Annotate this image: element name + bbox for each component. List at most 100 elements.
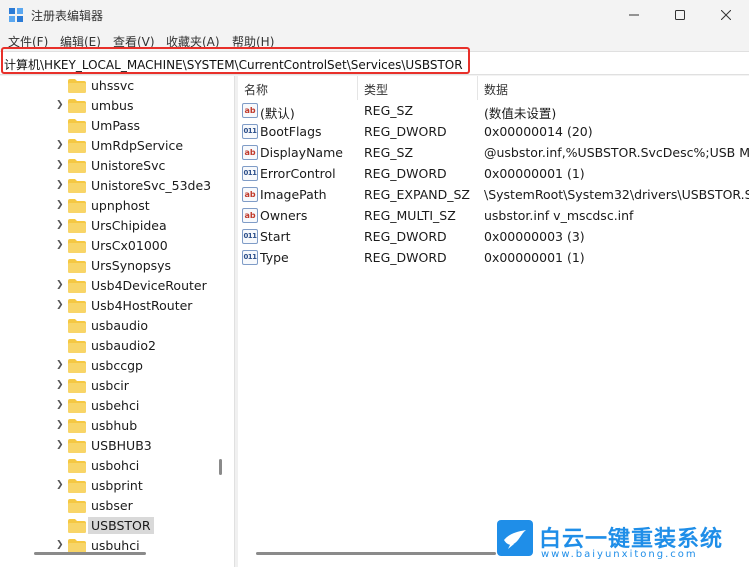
chevron-right-icon[interactable]: ❯	[56, 240, 66, 252]
chevron-right-icon[interactable]: ❯	[56, 420, 66, 432]
tree-item[interactable]: ❯ usbcir	[0, 376, 226, 396]
tree-item-label: usbccgp	[91, 358, 143, 373]
chevron-right-icon[interactable]: ❯	[56, 100, 66, 112]
list-horizontal-scrollbar[interactable]	[256, 552, 496, 555]
tree-item[interactable]: UrsSynopsys	[0, 256, 226, 276]
tree-item[interactable]: ❯ usbehci	[0, 396, 226, 416]
menu-view[interactable]: 查看(V)	[113, 33, 155, 50]
watermark: 白云一键重装系统 www.baiyunxitong.com	[497, 520, 747, 564]
value-row[interactable]: ab (默认) REG_SZ (数值未设置)	[238, 100, 749, 121]
tree-item-label: UnistoreSvc_53de3	[91, 178, 212, 193]
menu-help[interactable]: 帮助(H)	[232, 33, 274, 50]
tree-item[interactable]: usbohci	[0, 456, 226, 476]
tree-item[interactable]: USBSTOR	[0, 516, 226, 536]
tree-item[interactable]: ❯ UrsCx01000	[0, 236, 226, 256]
folder-icon	[68, 379, 86, 393]
minimize-icon	[629, 14, 639, 16]
tree-item[interactable]: ❯ UnistoreSvc	[0, 156, 226, 176]
value-name: DisplayName	[260, 145, 343, 160]
value-type: REG_DWORD	[364, 250, 447, 265]
chevron-right-icon[interactable]: ❯	[56, 440, 66, 452]
value-type: REG_DWORD	[364, 229, 447, 244]
chevron-right-icon[interactable]: ❯	[56, 140, 66, 152]
chevron-right-icon[interactable]: ❯	[56, 220, 66, 232]
tree-item[interactable]: ❯ upnphost	[0, 196, 226, 216]
folder-icon	[68, 119, 86, 133]
tree-item-label: usbprint	[91, 478, 143, 493]
window-title: 注册表编辑器	[31, 9, 104, 23]
tree-item[interactable]: ❯ UrsChipidea	[0, 216, 226, 236]
tree-item[interactable]: ❯ Usb4HostRouter	[0, 296, 226, 316]
tree-item[interactable]: ❯ USBHUB3	[0, 436, 226, 456]
tree-item[interactable]: ❯ Usb4DeviceRouter	[0, 276, 226, 296]
column-header-name[interactable]: 名称	[238, 76, 358, 100]
tree-item[interactable]: uhssvc	[0, 76, 226, 96]
chevron-right-icon[interactable]: ❯	[56, 360, 66, 372]
value-data: @usbstor.inf,%USBSTOR.SvcDesc%;USB Mass	[484, 145, 749, 160]
folder-icon	[68, 359, 86, 373]
tree-item[interactable]: ❯ umbus	[0, 96, 226, 116]
address-bar[interactable]: 计算机\HKEY_LOCAL_MACHINE\SYSTEM\CurrentCon…	[0, 51, 749, 75]
tree-item-label: umbus	[91, 98, 134, 113]
tree-item-label: usbohci	[91, 458, 140, 473]
tree-horizontal-scrollbar[interactable]	[34, 552, 146, 555]
folder-icon	[68, 199, 86, 213]
tree-item[interactable]: usbser	[0, 496, 226, 516]
folder-icon	[68, 79, 86, 93]
value-row[interactable]: 011 ErrorControl REG_DWORD 0x00000001 (1)	[238, 163, 749, 184]
chevron-right-icon[interactable]: ❯	[56, 480, 66, 492]
value-name: Start	[260, 229, 291, 244]
tree-item[interactable]: ❯ usbccgp	[0, 356, 226, 376]
menu-favorites[interactable]: 收藏夹(A)	[166, 33, 220, 50]
tree-item[interactable]: usbaudio2	[0, 336, 226, 356]
value-name: BootFlags	[260, 124, 322, 139]
tree-item[interactable]: usbaudio	[0, 316, 226, 336]
tree-item-label: UrsChipidea	[91, 218, 167, 233]
tree-item[interactable]: ❯ usbhub	[0, 416, 226, 436]
value-row[interactable]: ab Owners REG_MULTI_SZ usbstor.inf v_mscdsc…	[238, 205, 749, 226]
menu-file[interactable]: 文件(F)	[8, 33, 48, 50]
chevron-right-icon[interactable]: ❯	[56, 400, 66, 412]
value-row[interactable]: 011 Type REG_DWORD 0x00000001 (1)	[238, 247, 749, 268]
column-header-data[interactable]: 数据	[478, 76, 749, 100]
string-value-icon: ab	[242, 145, 258, 160]
chevron-right-icon[interactable]: ❯	[56, 280, 66, 292]
chevron-right-icon[interactable]: ❯	[56, 300, 66, 312]
value-type: REG_MULTI_SZ	[364, 208, 456, 223]
binary-value-icon: 011	[242, 229, 258, 244]
tree-vertical-scrollbar[interactable]	[219, 459, 222, 475]
value-data: (数值未设置)	[484, 106, 557, 121]
folder-icon	[68, 179, 86, 193]
value-type: REG_SZ	[364, 103, 414, 118]
value-list[interactable]: 名称 类型 数据 ab (默认) REG_SZ (数值未设置) 011 BootFlags…	[238, 76, 749, 567]
folder-icon	[68, 279, 86, 293]
tree-item-label: USBHUB3	[91, 438, 152, 453]
menu-edit[interactable]: 编辑(E)	[60, 33, 101, 50]
chevron-right-icon[interactable]: ❯	[56, 180, 66, 192]
value-row[interactable]: 011 Start REG_DWORD 0x00000003 (3)	[238, 226, 749, 247]
value-name: ErrorControl	[260, 166, 336, 181]
tree-item[interactable]: ❯ UnistoreSvc_53de3	[0, 176, 226, 196]
value-type: REG_DWORD	[364, 166, 447, 181]
column-header-type[interactable]: 类型	[358, 76, 478, 100]
key-tree[interactable]: uhssvc ❯ umbus UmPass ❯ UmRdpService ❯ Unistore…	[0, 76, 234, 567]
value-data: 0x00000003 (3)	[484, 229, 585, 244]
chevron-right-icon[interactable]: ❯	[56, 540, 66, 552]
value-type: REG_SZ	[364, 145, 414, 160]
chevron-right-icon[interactable]: ❯	[56, 200, 66, 212]
folder-icon	[68, 339, 86, 353]
minimize-button[interactable]	[611, 0, 657, 30]
tree-item[interactable]: ❯ usbprint	[0, 476, 226, 496]
value-row[interactable]: 011 BootFlags REG_DWORD 0x00000014 (20)	[238, 121, 749, 142]
title-bar[interactable]: 注册表编辑器	[0, 0, 749, 30]
tree-item[interactable]: ❯ UmRdpService	[0, 136, 226, 156]
maximize-button[interactable]	[657, 0, 703, 30]
chevron-right-icon[interactable]: ❯	[56, 380, 66, 392]
value-row[interactable]: ab DisplayName REG_SZ @usbstor.inf,%USBSTOR…	[238, 142, 749, 163]
tree-item[interactable]: UmPass	[0, 116, 226, 136]
close-button[interactable]	[703, 0, 749, 30]
tree-item-label: UmRdpService	[91, 138, 184, 153]
chevron-right-icon[interactable]: ❯	[56, 160, 66, 172]
value-row[interactable]: ab ImagePath REG_EXPAND_SZ \SystemRoot\Syst…	[238, 184, 749, 205]
address-path[interactable]: 计算机\HKEY_LOCAL_MACHINE\SYSTEM\CurrentCon…	[4, 56, 463, 73]
